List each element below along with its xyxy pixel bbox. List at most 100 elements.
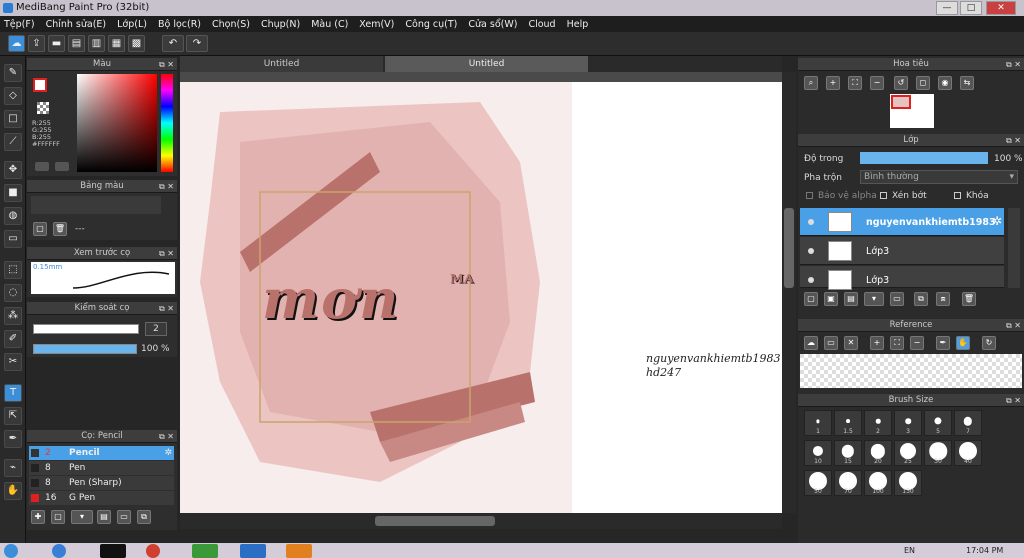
hand-tool-icon[interactable]: ✋ — [4, 482, 22, 500]
menu-view[interactable]: Xem(V) — [359, 19, 394, 30]
brush-size-cell[interactable]: 25 — [894, 440, 922, 466]
brush-size-cell[interactable]: 10 — [804, 440, 832, 466]
rectangle-tool-icon[interactable]: □ — [4, 110, 22, 128]
horizontal-scroll-thumb[interactable] — [375, 516, 495, 526]
fill-shape-icon[interactable]: ■ — [4, 184, 22, 202]
menu-tools[interactable]: Công cụ(T) — [405, 19, 457, 30]
line-tool-icon[interactable]: ⟋ — [4, 133, 22, 151]
brush-size-cell[interactable]: 1.5 — [834, 410, 862, 436]
brush-opacity-slider[interactable] — [33, 344, 137, 354]
layer-row[interactable]: nguyenvankhiemtb1983 ✲ — [800, 208, 1004, 236]
panel-float-close-icon[interactable]: ⧉ ✕ — [159, 58, 174, 71]
duplicate-icon[interactable]: ⧉ — [914, 292, 928, 306]
fit-icon[interactable]: ⛶ — [848, 76, 862, 90]
page-icon[interactable]: ▤ — [68, 35, 85, 52]
brush-menu-icon[interactable]: ▾ — [71, 510, 93, 524]
ie-icon[interactable] — [52, 544, 66, 558]
panel-float-close-icon[interactable]: ⧉ ✕ — [1006, 58, 1021, 71]
brush-size-value[interactable]: 2 — [145, 322, 167, 336]
protect-alpha-checkbox[interactable] — [806, 192, 813, 199]
hue-slider[interactable] — [161, 74, 173, 172]
menu-color[interactable]: Màu (C) — [311, 19, 348, 30]
bucket-tool-icon[interactable]: ◍ — [4, 207, 22, 225]
gradient-tool-icon[interactable]: ▭ — [4, 230, 22, 248]
layer-scrollbar[interactable] — [1008, 208, 1020, 288]
horizontal-scrollbar[interactable] — [180, 513, 782, 529]
clipping-checkbox[interactable] — [880, 192, 887, 199]
rotate-left-icon[interactable]: ↺ — [894, 76, 908, 90]
app-icon[interactable] — [100, 544, 126, 558]
blend-mode-select[interactable]: Bình thường ▾ — [860, 170, 1018, 184]
brush-item-g-pen[interactable]: 16 G Pen — [29, 491, 174, 505]
folder-icon[interactable]: ▭ — [890, 292, 904, 306]
vertical-scrollbar[interactable] — [782, 72, 796, 513]
trash-icon[interactable]: 🗑 — [962, 292, 976, 306]
eyedropper-icon[interactable]: ✒ — [4, 430, 22, 448]
brush-item-pen[interactable]: 8 Pen — [29, 461, 174, 475]
flip-icon[interactable]: ⇆ — [960, 76, 974, 90]
new-layer-3-icon[interactable]: ▤ — [844, 292, 858, 306]
menu-help[interactable]: Help — [567, 19, 589, 30]
add-layer-menu-icon[interactable]: ▾ — [864, 292, 884, 306]
visibility-icon[interactable] — [808, 277, 814, 283]
menu-window[interactable]: Cửa sổ(W) — [468, 19, 517, 30]
tab-untitled-2[interactable]: Untitled — [385, 56, 588, 72]
trash-icon[interactable]: 🗑 — [53, 222, 67, 236]
reference-canvas[interactable] — [800, 354, 1022, 388]
brush-item-pencil[interactable]: 2 Pencil ✲ — [29, 446, 174, 460]
brush-size-cell[interactable]: 100 — [864, 470, 892, 496]
tab-untitled-1[interactable]: Untitled — [180, 56, 383, 72]
fit-icon[interactable]: ⛶ — [890, 336, 904, 350]
grid-icon[interactable]: ▦ — [108, 35, 125, 52]
brush-tool-icon[interactable]: ✎ — [4, 64, 22, 82]
canvas-paper[interactable]: mơn ᴹᴬ nguyenvankhiemtb1983 hd247 — [180, 82, 782, 513]
actual-size-icon[interactable]: ◻ — [916, 76, 930, 90]
select-pen-icon[interactable]: ✐ — [4, 330, 22, 348]
new-layer-2-icon[interactable]: ▣ — [824, 292, 838, 306]
brush-size-slider[interactable] — [33, 324, 139, 334]
zoom-out-icon[interactable]: − — [870, 76, 884, 90]
panel-float-close-icon[interactable]: ⧉ ✕ — [159, 430, 174, 443]
visibility-icon[interactable] — [808, 219, 814, 225]
language-indicator[interactable]: EN — [904, 546, 915, 555]
brush-size-cell[interactable]: 30 — [924, 440, 952, 466]
comment-icon[interactable]: ▬ — [48, 35, 65, 52]
layer-row[interactable]: Lớp3 — [800, 237, 1004, 265]
maximize-button[interactable]: □ — [960, 1, 982, 15]
transparent-swatch[interactable] — [37, 102, 49, 114]
app-2-icon[interactable] — [192, 544, 218, 558]
cloud-icon[interactable]: ☁ — [8, 35, 25, 52]
undo-icon[interactable]: ↶ — [162, 35, 184, 52]
panel-float-close-icon[interactable]: ⧉ ✕ — [1006, 134, 1021, 147]
duplicate-icon[interactable]: ⧉ — [137, 510, 151, 524]
layer-opacity-slider[interactable] — [860, 152, 988, 164]
brush-size-cell[interactable]: 7 — [954, 410, 982, 436]
panel-float-close-icon[interactable]: ⧉ ✕ — [1006, 394, 1021, 407]
move-tool-icon[interactable]: ✥ — [4, 161, 22, 179]
gear-icon[interactable]: ✲ — [164, 446, 172, 460]
brush-size-cell[interactable]: 20 — [864, 440, 892, 466]
start-icon[interactable] — [4, 544, 18, 558]
rotate-icon[interactable]: ↻ — [982, 336, 996, 350]
navigator-thumbnail[interactable] — [890, 94, 934, 128]
panel-float-close-icon[interactable]: ⧉ ✕ — [159, 302, 174, 315]
close-icon[interactable]: ✕ — [844, 336, 858, 350]
share-icon[interactable]: ⇪ — [28, 35, 45, 52]
eraser-tool-icon[interactable]: ◇ — [4, 87, 22, 105]
zoom-in-icon[interactable]: + — [870, 336, 884, 350]
merge-icon[interactable]: ⧈ — [936, 292, 950, 306]
panel-float-close-icon[interactable]: ⧉ ✕ — [159, 247, 174, 260]
new-palette-icon[interactable]: ▢ — [33, 222, 47, 236]
minimize-button[interactable]: — — [936, 1, 958, 15]
canvas-area[interactable]: mơn ᴹᴬ nguyenvankhiemtb1983 hd247 — [180, 72, 782, 513]
lasso-icon[interactable]: ◌ — [4, 284, 22, 302]
vertical-scroll-thumb[interactable] — [784, 208, 794, 288]
brush-size-cell[interactable]: 40 — [954, 440, 982, 466]
layer-row[interactable]: Lớp3 — [800, 266, 1004, 290]
brush-size-cell[interactable]: 1 — [804, 410, 832, 436]
cloud-upload-icon[interactable]: ☁ — [804, 336, 818, 350]
panel-float-close-icon[interactable]: ⧉ ✕ — [159, 180, 174, 193]
medibang-taskbar-icon[interactable] — [286, 544, 312, 558]
eyedropper-2-icon[interactable]: ⌁ — [4, 459, 22, 477]
swap-color-icon[interactable] — [35, 162, 49, 171]
